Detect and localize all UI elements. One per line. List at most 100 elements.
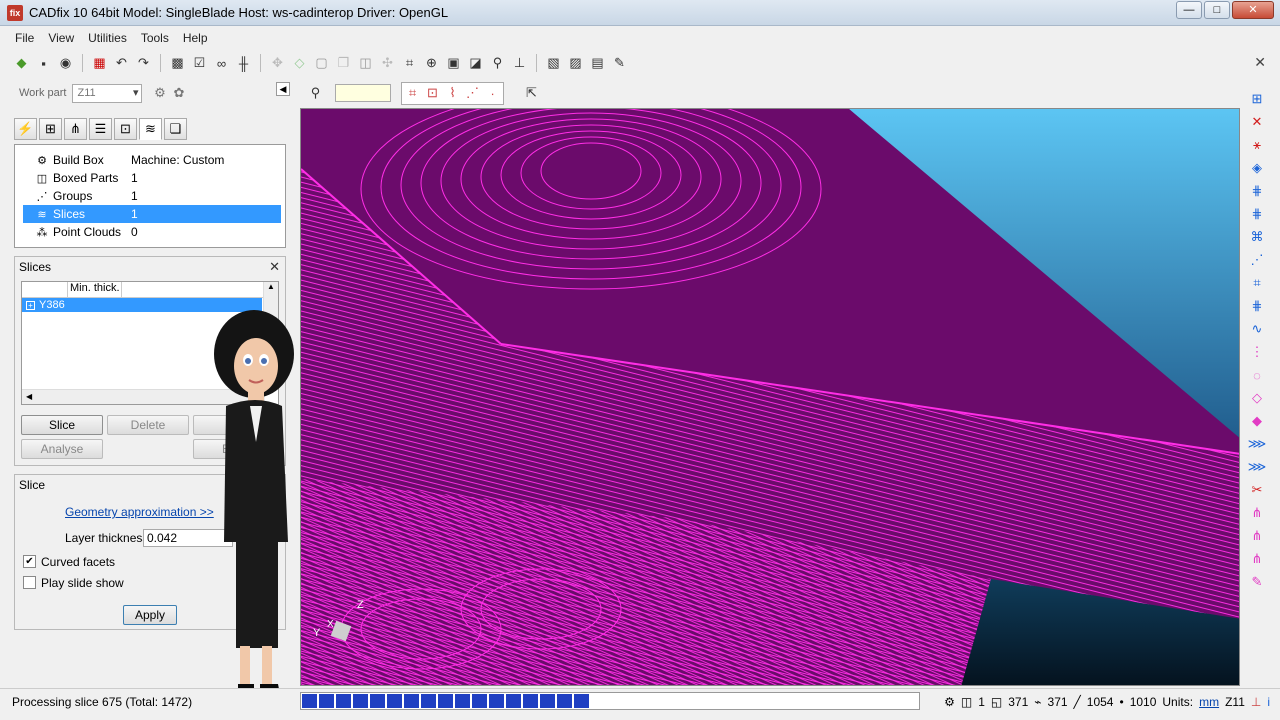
minimize-button[interactable]: —	[1176, 1, 1202, 19]
restore-button[interactable]: □	[1204, 1, 1230, 19]
shape-icon[interactable]: ◇	[290, 54, 309, 73]
mesh5-icon[interactable]: ⌗	[1246, 274, 1268, 292]
diamond-icon[interactable]: ◇	[1246, 389, 1268, 407]
cut-icon[interactable]: ✂	[1246, 481, 1268, 499]
apply-button[interactable]: Apply	[123, 605, 177, 625]
save-icon[interactable]: ▪	[34, 54, 53, 73]
toolbar-close-icon[interactable]: ✕	[1254, 54, 1266, 71]
analyse-button[interactable]: Analyse	[21, 439, 103, 459]
count-vertices: 1010	[1129, 695, 1157, 709]
slice-button[interactable]: Slice	[21, 415, 103, 435]
axis-status-icon[interactable]: ⊥	[1251, 695, 1261, 709]
magic-icon[interactable]: ▦	[90, 54, 109, 73]
render3-icon[interactable]: ▤	[588, 54, 607, 73]
workpart-tool-icon[interactable]: ⚙	[150, 84, 169, 103]
branch2-icon[interactable]: ⋔	[1246, 527, 1268, 545]
close-button[interactable]: ✕	[1232, 1, 1274, 19]
box-icon[interactable]: ▢	[312, 54, 331, 73]
tree-row-groups[interactable]: ⋰ Groups 1	[23, 187, 281, 205]
filter4-icon[interactable]: ⋰	[463, 84, 482, 103]
mesh-icon[interactable]: ⋕	[1246, 182, 1268, 200]
redo-icon[interactable]: ↷	[134, 54, 153, 73]
menu-tools[interactable]: Tools	[134, 31, 176, 45]
view-cube-icon[interactable]: ◪	[466, 54, 485, 73]
move-icon[interactable]: ✥	[268, 54, 287, 73]
loop-icon[interactable]: ◌	[1246, 366, 1268, 384]
fit-icon[interactable]: ⌗	[400, 54, 419, 73]
pattern2-icon[interactable]: ⋙	[1246, 458, 1268, 476]
tab-tree-icon[interactable]: ⊞	[39, 118, 62, 140]
open-icon[interactable]: ◆	[12, 54, 31, 73]
tab-nodes-icon[interactable]: ⋔	[64, 118, 87, 140]
delete-icon[interactable]: ✕	[1246, 113, 1268, 131]
mesh2-icon[interactable]: ⋕	[1246, 205, 1268, 223]
zoom-icon[interactable]: ⚲	[488, 54, 507, 73]
find-input[interactable]	[335, 84, 391, 102]
branch-icon[interactable]: ⋔	[1246, 504, 1268, 522]
pattern-icon[interactable]: ⋙	[1246, 435, 1268, 453]
info-icon[interactable]: i	[1267, 695, 1270, 709]
slice-name: Y386	[39, 299, 65, 311]
workpart-tool2-icon[interactable]: ✿	[169, 84, 188, 103]
tab-grid-icon[interactable]: ⊡	[114, 118, 137, 140]
mesh3-icon[interactable]: ⌘	[1246, 228, 1268, 246]
3d-viewport[interactable]: Z Y X	[300, 108, 1240, 686]
point-icon[interactable]: ✣	[378, 54, 397, 73]
filter2-icon[interactable]: ⊡	[423, 84, 442, 103]
tree-row-boxed-parts[interactable]: ◫ Boxed Parts 1	[23, 169, 281, 187]
edge-icon[interactable]: ⋮	[1246, 343, 1268, 361]
pointer-icon[interactable]: ⇱	[522, 84, 541, 103]
play-slide-show-checkbox[interactable]	[23, 576, 36, 589]
column-header-min-thick[interactable]: Min. thick.	[68, 282, 122, 297]
menu-utilities[interactable]: Utilities	[81, 31, 134, 45]
settings-status-icon[interactable]: ⚙	[944, 695, 955, 709]
menu-view[interactable]: View	[41, 31, 81, 45]
axis-icon[interactable]: ⊥	[510, 54, 529, 73]
workpart-combo[interactable]: Z11	[72, 83, 143, 103]
tree-row-slices[interactable]: ≋ Slices 1	[23, 205, 281, 223]
menu-file[interactable]: File	[8, 31, 41, 45]
fill-icon[interactable]: ◆	[1246, 412, 1268, 430]
units-link[interactable]: mm	[1199, 695, 1219, 709]
tool-icon[interactable]: ✎	[1246, 573, 1268, 591]
curved-facets-checkbox[interactable]: ✔	[23, 555, 36, 568]
close-icon[interactable]: ✕	[269, 259, 280, 275]
tree-row-build-box[interactable]: ⚙ Build Box Machine: Custom	[23, 151, 281, 169]
surface-icon[interactable]: ◈	[1246, 159, 1268, 177]
filter3-icon[interactable]: ⌇	[443, 84, 462, 103]
progress-block	[557, 694, 572, 708]
filter5-icon[interactable]: ∙	[483, 84, 502, 103]
tab-layers-icon[interactable]: ≋	[139, 118, 162, 140]
paint-icon[interactable]: ✎	[610, 54, 629, 73]
curve-icon[interactable]: ∿	[1246, 320, 1268, 338]
find-icon[interactable]: ⚲	[306, 84, 325, 103]
mesh6-icon[interactable]: ⋕	[1246, 297, 1268, 315]
cube-icon[interactable]: ◫	[356, 54, 375, 73]
tab-settings-icon[interactable]: ☰	[89, 118, 112, 140]
render-icon[interactable]: ▧	[544, 54, 563, 73]
binoculars-icon[interactable]: ∞	[212, 54, 231, 73]
geometry-approximation-link[interactable]: Geometry approximation >>	[65, 505, 214, 519]
tab-document-icon[interactable]: ❏	[164, 118, 187, 140]
undo-icon[interactable]: ↶	[112, 54, 131, 73]
view-box-icon[interactable]: ▣	[444, 54, 463, 73]
branch3-icon[interactable]: ⋔	[1246, 550, 1268, 568]
measure-icon[interactable]: ╫	[234, 54, 253, 73]
split-icon[interactable]: ⚹	[1246, 136, 1268, 154]
expand-icon[interactable]: +	[26, 300, 35, 310]
rotate-icon[interactable]: ⊕	[422, 54, 441, 73]
select-edit-icon[interactable]: ☑	[190, 54, 209, 73]
copy-icon[interactable]: ❐	[334, 54, 353, 73]
menu-help[interactable]: Help	[176, 31, 215, 45]
render2-icon[interactable]: ▨	[566, 54, 585, 73]
tab-lightning-icon[interactable]: ⚡	[14, 118, 37, 140]
panel-collapse-icon[interactable]: ◀	[276, 82, 290, 96]
tree-view-icon[interactable]: ⊞	[1246, 90, 1268, 108]
tree-row-point-clouds[interactable]: ⁂ Point Clouds 0	[23, 223, 281, 241]
delete-button[interactable]: Delete	[107, 415, 189, 435]
mesh4-icon[interactable]: ⋰	[1246, 251, 1268, 269]
select-grid-icon[interactable]: ▩	[168, 54, 187, 73]
column-header-name[interactable]	[22, 282, 68, 297]
filter-icon[interactable]: ⌗	[403, 84, 422, 103]
camera-icon[interactable]: ◉	[56, 54, 75, 73]
